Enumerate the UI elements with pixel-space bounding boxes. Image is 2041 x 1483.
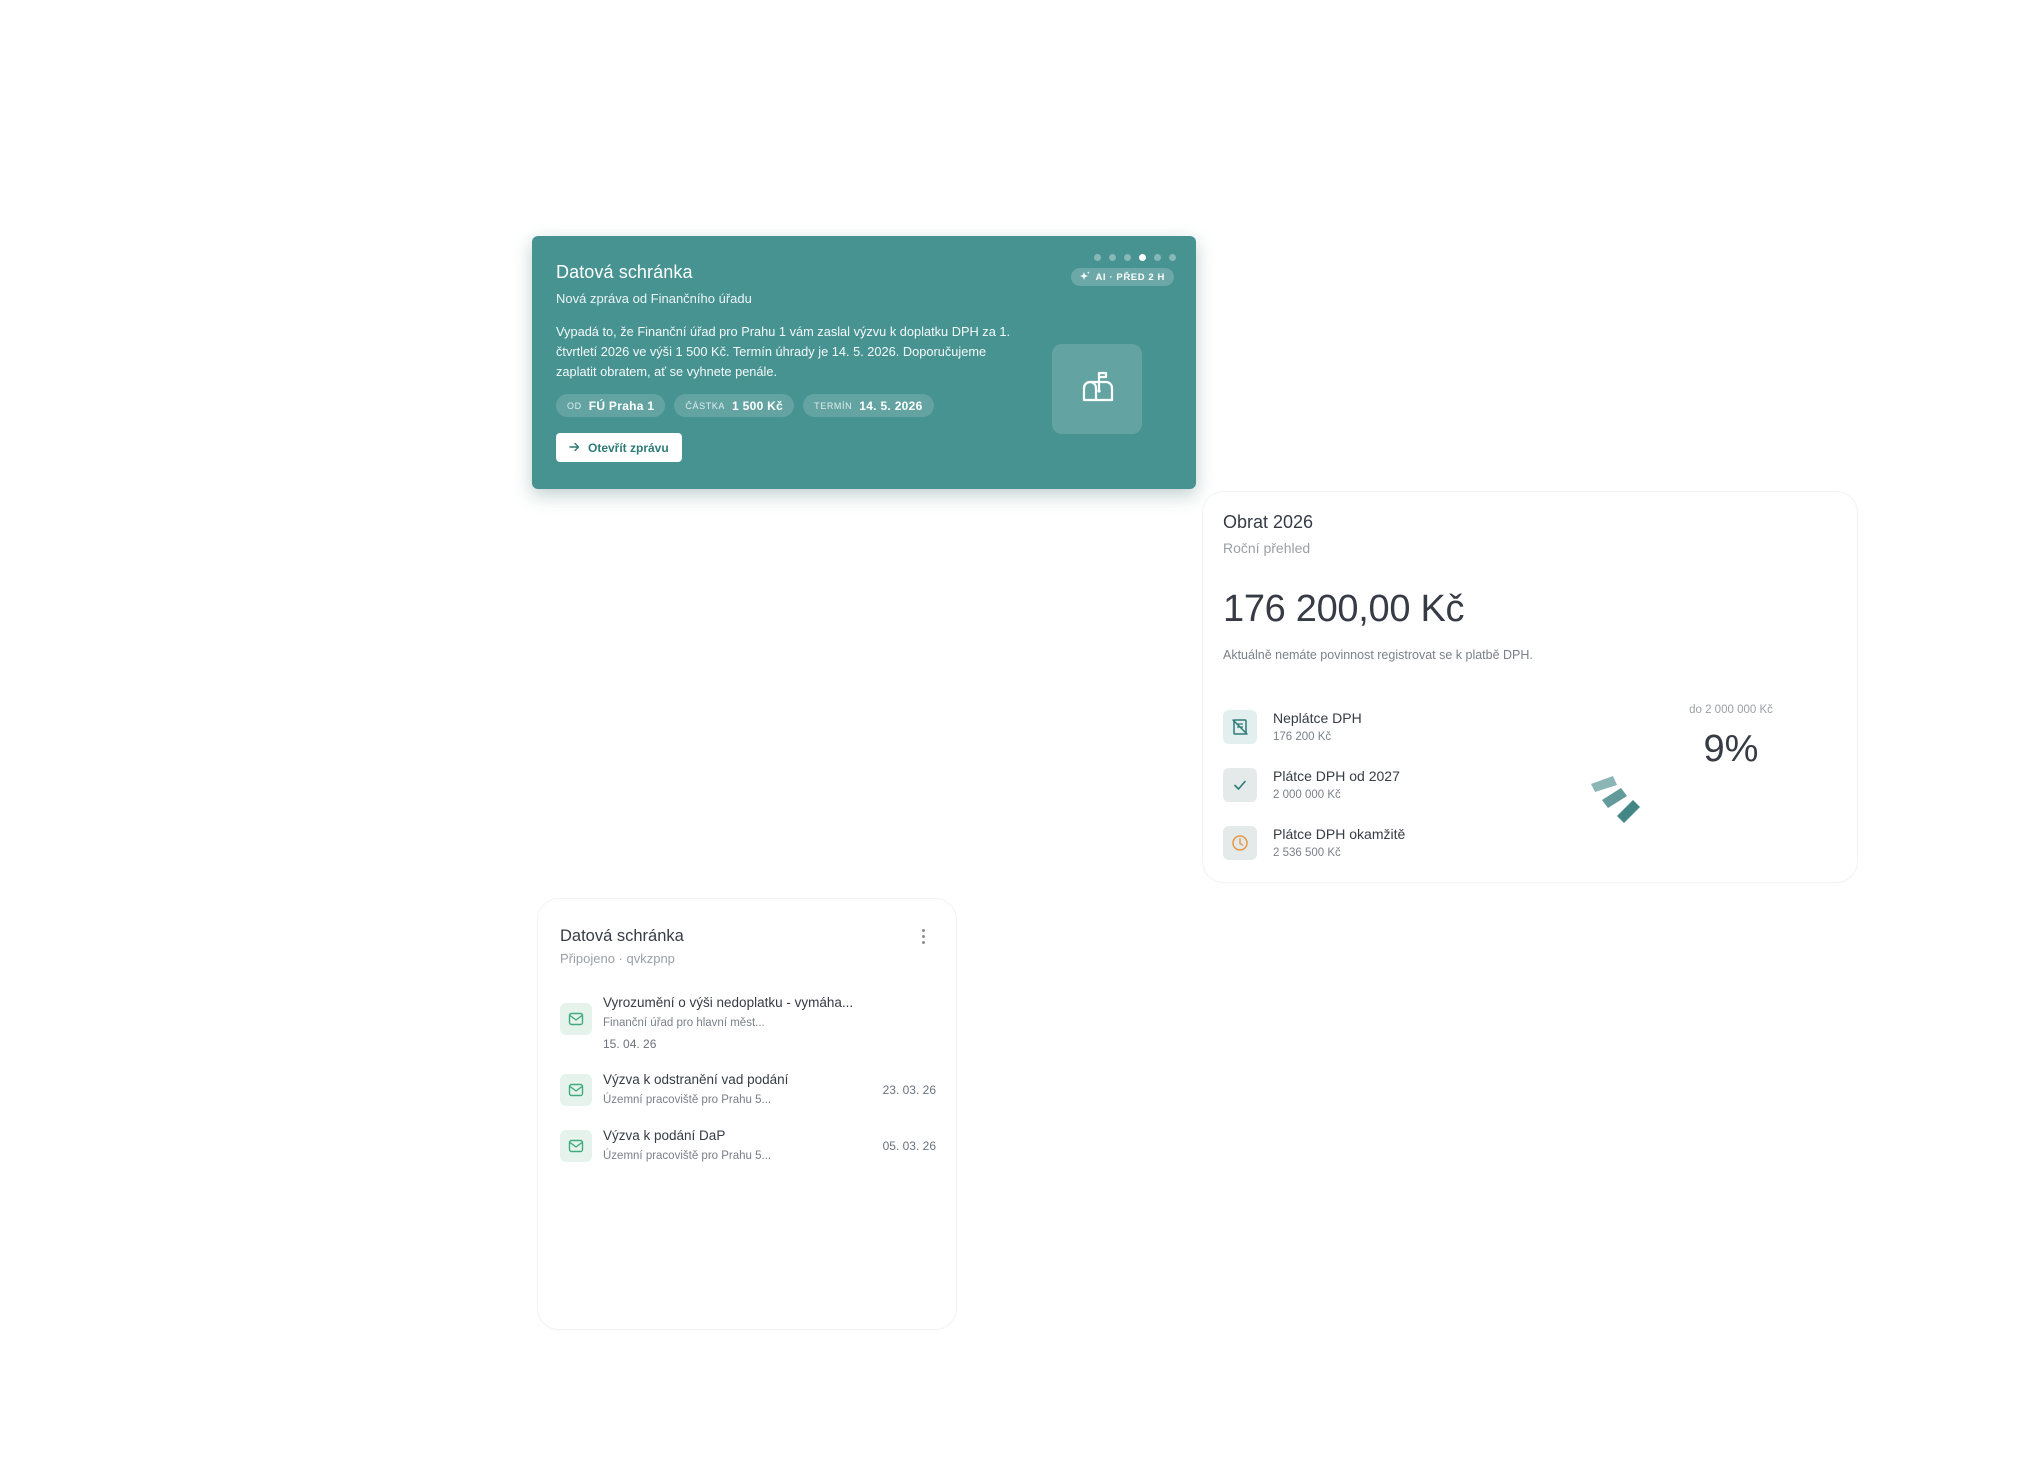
mailbox-list-title: Datová schránka [560,927,684,945]
mailbox-icon [1077,367,1117,412]
mail-icon [560,1074,592,1106]
chip-key: TERMÍN [814,400,853,411]
chip-amount: ČÁSTKA 1 500 Kč [674,394,795,417]
turnover-title: Obrat 2026 [1223,512,1314,532]
turnover-subtitle: Roční přehled [1223,540,1311,556]
mail-icon [560,1003,592,1035]
sparkle-icon [1080,271,1090,284]
more-options-icon[interactable] [920,929,926,944]
mailbox-notification-banner: Datová schránka Nová zpráva od Finančníh… [532,236,1196,489]
tier-payer-immediate: Plátce DPH okamžitě 2 536 500 Kč [1223,824,1405,860]
no-receipt-icon [1223,710,1257,744]
turnover-note: Aktuálně nemáte povinnost registrovat se… [1223,648,1533,662]
check-icon [1223,768,1257,802]
gauge-percent: 9% [1703,728,1759,770]
chip-value: 14. 5. 2026 [859,398,923,413]
banner-subtitle: Nová zpráva od Finančního úřadu [556,291,752,306]
tier-non-payer: Neplátce DPH 176 200 Kč [1223,708,1362,744]
mailbox-list-subtitle: Připojeno · qvkzpnp [560,951,675,966]
message-sender: Územní pracoviště pro Prahu 5... [603,1094,772,1106]
message-sender: Finanční úřad pro hlavní měst... [603,1017,765,1029]
message-title: Výzva k podání DaP [603,1128,726,1143]
chip-value: 1 500 Kč [732,398,784,413]
pager-dot[interactable] [1109,254,1116,261]
arrow-right-icon [569,441,580,455]
pager-dot[interactable] [1169,254,1176,261]
gauge-label: do 2 000 000 Kč [1689,704,1773,716]
pager-dot-active[interactable] [1139,254,1146,261]
pager-dot[interactable] [1094,254,1101,261]
banner-body: Vypadá to, že Finanční úřad pro Prahu 1 … [556,324,1011,379]
message-sender: Územní pracoviště pro Prahu 5... [603,1150,772,1162]
tier-value: 176 200 Kč [1273,731,1332,743]
mailbox-list-card: Datová schránka Připojeno · qvkzpnp Vyro… [537,898,957,1330]
tier-value: 2 000 000 Kč [1273,789,1341,801]
chip-key: ČÁSTKA [685,400,726,411]
tier-payer-2027: Plátce DPH od 2027 2 000 000 Kč [1223,766,1400,802]
mail-icon [560,1130,592,1162]
mailbox-illustration [1052,344,1142,434]
message-date: 23. 03. 26 [882,1083,936,1097]
tier-name: Plátce DPH okamžitě [1273,826,1406,842]
ai-badge: AI · PŘED 2 H [1071,268,1174,286]
open-message-button[interactable]: Otevřít zprávu [556,433,682,462]
message-date: 05. 03. 26 [882,1139,936,1153]
ai-badge-text: AI · PŘED 2 H [1095,271,1165,283]
message-title: Vyrozumění o výši nedoplatku - vymáha... [603,995,854,1010]
tier-name: Plátce DPH od 2027 [1273,768,1400,784]
gauge-progress-arc [1591,776,1640,823]
chip-sender: OD FÚ Praha 1 [556,394,666,417]
pager-dot[interactable] [1154,254,1161,261]
banner-pager [1094,254,1176,261]
chip-deadline: TERMÍN 14. 5. 2026 [803,394,934,417]
tier-name: Neplátce DPH [1273,710,1362,726]
tier-value: 2 536 500 Kč [1273,847,1341,859]
message-date: 15. 04. 26 [603,1037,657,1051]
message-title: Výzva k odstranění vad podání [603,1072,789,1087]
turnover-card: Obrat 2026 Roční přehled 176 200,00 Kč A… [1202,491,1858,883]
open-message-label: Otevřít zprávu [588,440,669,455]
turnover-amount: 176 200,00 Kč [1223,588,1465,630]
turnover-gauge [1591,776,1640,823]
pager-dot[interactable] [1124,254,1131,261]
chip-key: OD [567,400,582,411]
chip-value: FÚ Praha 1 [588,398,655,413]
clock-icon [1223,826,1257,860]
